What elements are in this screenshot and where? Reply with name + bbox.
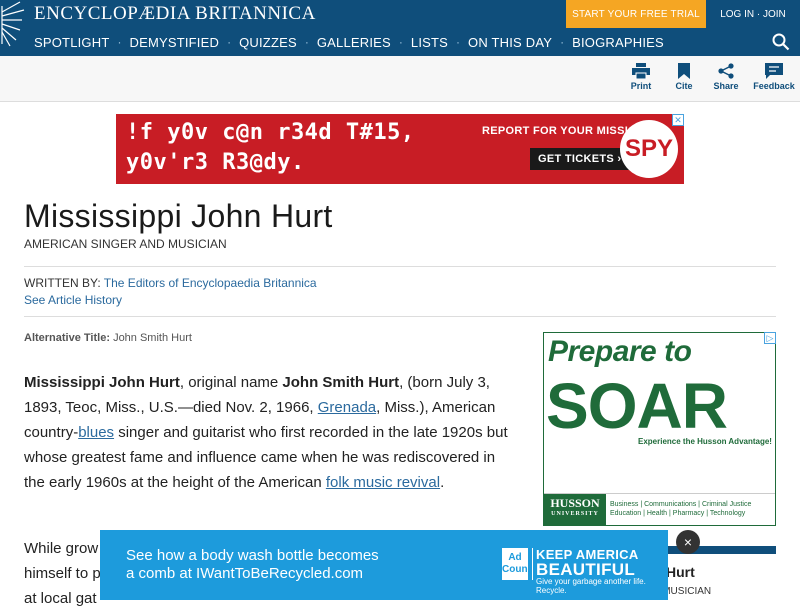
bold-name: Mississippi John Hurt	[24, 374, 180, 391]
ad-bottom-text-2: a comb at IWantToBeRecycled.com	[126, 565, 364, 582]
nav-quizzes[interactable]: QUIZZES	[239, 35, 297, 50]
ad-side-footer: HUSSON UNIVERSITY Business | Communicati…	[544, 493, 775, 525]
adchoices-icon[interactable]: ▷	[764, 332, 776, 344]
feedback-icon	[765, 63, 783, 79]
nav-separator: ·	[304, 35, 309, 49]
author-link[interactable]: The Editors of Encyclopaedia Britannica	[104, 276, 317, 290]
nav-biographies[interactable]: BIOGRAPHIES	[572, 35, 664, 50]
ad-mission-text: REPORT FOR YOUR MISSION	[482, 125, 646, 137]
alt-title-label: Alternative Title:	[24, 332, 110, 344]
article-paragraph: Mississippi John Hurt, original name Joh…	[24, 370, 520, 495]
bold-original-name: John Smith Hurt	[282, 374, 400, 391]
ad-bottom-text-1: See how a body wash bottle becomes	[126, 547, 379, 564]
ad-tagline: Give your garbage another life. Recycle.	[536, 577, 646, 595]
school-sub: UNIVERSITY	[551, 511, 599, 517]
bookmark-icon	[678, 63, 690, 79]
ad-council-logo: Ad Council	[502, 548, 539, 580]
feedback-label: Feedback	[753, 81, 795, 91]
alt-title-value: John Smith Hurt	[113, 332, 192, 344]
share-button[interactable]: Share	[701, 63, 751, 91]
link-grenada[interactable]: Grenada	[318, 399, 376, 416]
side-ad[interactable]: Prepare to SOAR Experience the Husson Ad…	[543, 332, 776, 526]
get-tickets-button[interactable]: GET TICKETS ›	[530, 148, 630, 170]
feedback-button[interactable]: Feedback	[749, 63, 799, 91]
article-history-link[interactable]: See Article History	[24, 293, 122, 307]
nav-spotlight[interactable]: SPOTLIGHT	[34, 35, 109, 50]
fields-line-1: Business | Communications | Criminal Jus…	[610, 501, 752, 508]
print-icon	[632, 63, 650, 79]
spy-logo: SPY	[620, 120, 678, 178]
nav-lists[interactable]: LISTS	[411, 35, 448, 50]
divider	[532, 548, 533, 580]
search-icon[interactable]	[772, 33, 790, 51]
login-join-link[interactable]: LOG IN · JOIN	[706, 0, 800, 28]
article-toolbar: Print Cite Share Feedback	[0, 56, 800, 102]
link-blues[interactable]: blues	[78, 424, 114, 441]
nav-demystified[interactable]: DEMYSTIFIED	[129, 35, 219, 50]
fields-line-2: Education | Health | Pharmacy | Technolo…	[610, 510, 746, 517]
text: , original name	[179, 374, 283, 391]
nav-galleries[interactable]: GALLERIES	[317, 35, 391, 50]
divider	[24, 266, 776, 267]
husson-logo: HUSSON UNIVERSITY	[544, 494, 606, 525]
ad-side-experience: Experience the Husson Advantage!	[638, 437, 772, 446]
page-subtitle: AMERICAN SINGER AND MUSICIAN	[24, 237, 227, 251]
divider	[24, 316, 776, 317]
text: .	[440, 474, 445, 491]
adchoices-icon[interactable]: ✕	[672, 114, 684, 126]
ad-side-fields: Business | Communications | Criminal Jus…	[610, 500, 751, 518]
written-by-label: WRITTEN BY:	[24, 276, 101, 290]
main-nav: SPOTLIGHT · DEMYSTIFIED · QUIZZES · GALL…	[0, 28, 664, 56]
free-trial-button[interactable]: START YOUR FREE TRIAL	[566, 0, 706, 28]
page-title: Mississippi John Hurt	[24, 198, 333, 234]
share-label: Share	[713, 81, 739, 91]
nav-separator: ·	[456, 35, 461, 49]
logo-text: ENCYCLOPÆDIA BRITANNICA	[34, 3, 316, 24]
nav-separator: ·	[560, 35, 565, 49]
nav-on-this-day[interactable]: ON THIS DAY	[468, 35, 552, 50]
school-name: HUSSON	[550, 496, 600, 510]
alternative-title: Alternative Title: John Smith Hurt	[24, 332, 192, 344]
close-ad-button[interactable]: ×	[676, 530, 700, 554]
byline: WRITTEN BY: The Editors of Encyclopaedia…	[24, 276, 317, 290]
ad-side-soar: SOAR	[546, 370, 728, 442]
nav-separator: ·	[398, 35, 403, 49]
ad-side-headline: Prepare to	[548, 335, 692, 368]
site-header: ENCYCLOPÆDIA BRITANNICA START YOUR FREE …	[0, 0, 800, 56]
share-icon	[718, 63, 734, 79]
bottom-sticky-ad[interactable]: See how a body wash bottle becomes a com…	[100, 530, 668, 600]
nav-separator: ·	[227, 35, 232, 49]
nav-separator: ·	[117, 35, 122, 49]
ad-headline-2: y0v'r3 R3@dy.	[126, 150, 305, 175]
ad-headline-1: !f y0v c@n r34d T#15,	[126, 120, 415, 145]
top-banner-ad[interactable]: !f y0v c@n r34d T#15, y0v'r3 R3@dy. REPO…	[116, 114, 684, 184]
link-folk-music-revival[interactable]: folk music revival	[326, 474, 440, 491]
